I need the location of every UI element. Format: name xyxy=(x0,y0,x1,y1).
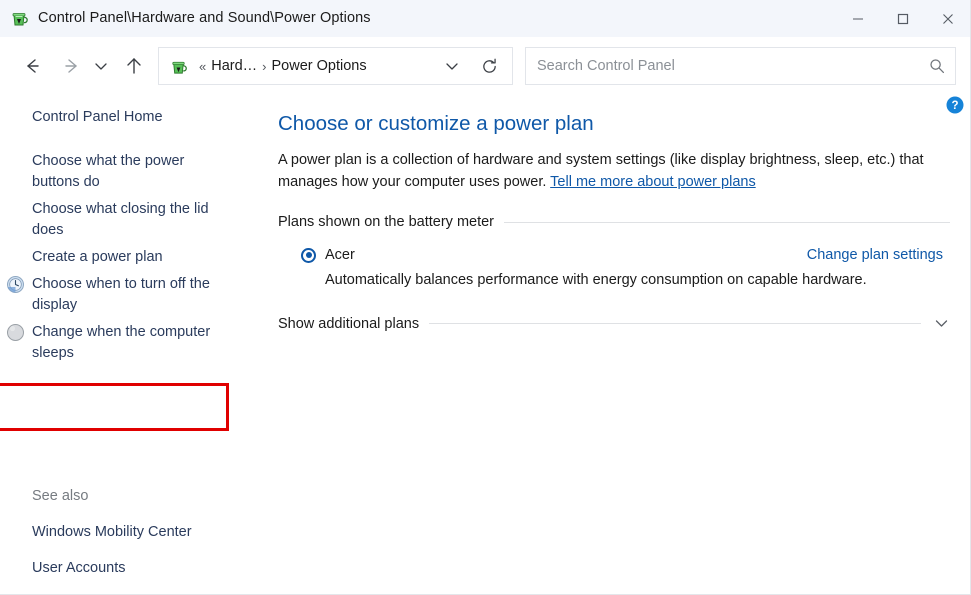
power-options-window: Control Panel\Hardware and Sound\Power O… xyxy=(0,0,971,595)
window-controls xyxy=(835,0,970,37)
plan-radio-acer[interactable] xyxy=(301,247,316,263)
breadcrumb-item-hardware[interactable]: Hard… xyxy=(211,58,257,74)
clock-icon xyxy=(6,275,25,294)
sidebar-item-label: Windows Mobility Center xyxy=(32,524,192,540)
additional-plans-section-header[interactable]: Show additional plans xyxy=(277,315,950,332)
forward-icon[interactable] xyxy=(50,48,86,84)
sidebar: Control Panel Home Choose what the power… xyxy=(0,95,265,594)
sidebar-item-power-buttons[interactable]: Choose what the power buttons do xyxy=(0,148,265,196)
highlight-annotation xyxy=(0,383,229,431)
sidebar-item-turn-off-display[interactable]: Choose when to turn off the display xyxy=(0,271,265,319)
help-icon[interactable]: ? xyxy=(946,96,964,114)
moon-icon xyxy=(6,323,25,342)
svg-text:?: ? xyxy=(951,100,958,112)
section-divider xyxy=(504,221,950,223)
sidebar-item-computer-sleeps[interactable]: Change when the computer sleeps xyxy=(0,319,265,367)
maximize-button[interactable] xyxy=(880,0,925,37)
search-input[interactable] xyxy=(526,48,955,84)
section-divider xyxy=(429,323,921,324)
plan-row-acer[interactable]: Acer Change plan settings xyxy=(277,247,950,263)
intro-paragraph: A power plan is a collection of hardware… xyxy=(277,149,949,193)
battery-plans-section-header: Plans shown on the battery meter xyxy=(277,214,950,230)
sidebar-item-closing-lid[interactable]: Choose what closing the lid does xyxy=(0,196,265,244)
navigation-bar: « Hard… › Power Options xyxy=(0,37,970,95)
change-plan-settings-link[interactable]: Change plan settings xyxy=(807,247,950,263)
sidebar-item-user-accounts[interactable]: User Accounts xyxy=(0,555,265,582)
address-dropdown-icon[interactable] xyxy=(438,48,466,84)
see-also-title: See also xyxy=(32,488,89,504)
breadcrumb-overflow-icon[interactable]: « xyxy=(199,60,206,73)
minimize-button[interactable] xyxy=(835,0,880,37)
sidebar-item-label: Choose what closing the lid does xyxy=(32,201,209,238)
battery-plans-label: Plans shown on the battery meter xyxy=(278,214,495,230)
sidebar-item-label: Create a power plan xyxy=(32,249,163,265)
sidebar-item-control-panel-home[interactable]: Control Panel Home xyxy=(0,104,265,131)
chevron-down-icon[interactable] xyxy=(86,48,116,84)
window-title: Control Panel\Hardware and Sound\Power O… xyxy=(38,10,371,26)
sidebar-item-create-power-plan[interactable]: Create a power plan xyxy=(0,244,265,271)
up-icon[interactable] xyxy=(116,48,152,84)
title-bar: Control Panel\Hardware and Sound\Power O… xyxy=(0,0,970,37)
sidebar-item-label: Choose when to turn off the display xyxy=(32,276,210,313)
search-box[interactable] xyxy=(525,47,956,85)
sidebar-item-label: Choose what the power buttons do xyxy=(32,153,185,190)
plan-description: Automatically balances performance with … xyxy=(325,272,867,288)
sidebar-item-label: Control Panel Home xyxy=(32,109,163,125)
refresh-icon[interactable] xyxy=(474,48,504,84)
close-button[interactable] xyxy=(925,0,970,37)
content-area: Control Panel Home Choose what the power… xyxy=(0,95,970,594)
breadcrumb-separator-icon: › xyxy=(262,58,267,74)
sidebar-item-label: User Accounts xyxy=(32,560,126,576)
power-plug-icon xyxy=(9,8,29,28)
back-icon[interactable] xyxy=(14,48,50,84)
power-plans-help-link[interactable]: Tell me more about power plans xyxy=(550,174,756,190)
chevron-down-icon[interactable] xyxy=(933,315,950,332)
see-also-section: See also Windows Mobility Center User Ac… xyxy=(0,483,265,582)
page-title: Choose or customize a power plan xyxy=(278,112,594,135)
sidebar-item-windows-mobility-center[interactable]: Windows Mobility Center xyxy=(0,519,265,546)
address-power-plug-icon xyxy=(169,57,188,76)
additional-plans-label: Show additional plans xyxy=(278,315,420,332)
plan-name-label: Acer xyxy=(325,247,355,263)
breadcrumb-item-power-options[interactable]: Power Options xyxy=(272,58,367,74)
address-bar[interactable]: « Hard… › Power Options xyxy=(158,47,513,85)
search-icon[interactable] xyxy=(929,58,945,74)
main-panel: ? Choose or customize a power plan A pow… xyxy=(265,95,970,594)
sidebar-item-label: Change when the computer sleeps xyxy=(32,324,211,361)
